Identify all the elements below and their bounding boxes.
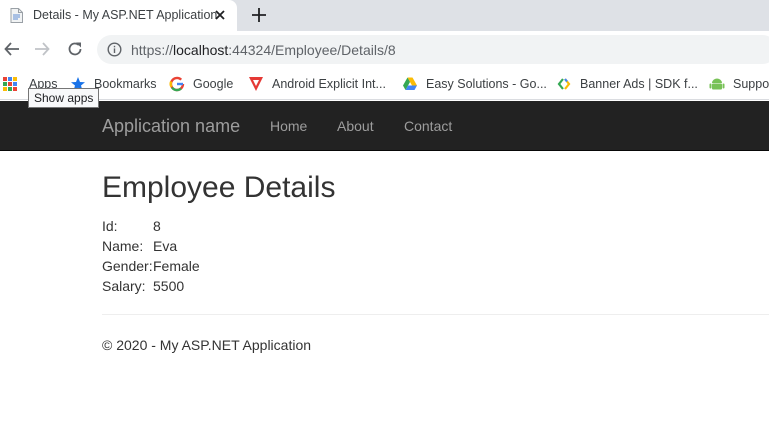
url-host: localhost [173, 42, 229, 58]
url-path: :44324/Employee/Details/8 [228, 42, 396, 58]
detail-label: Id: [102, 218, 118, 234]
url-scheme: https:// [131, 42, 174, 58]
detail-value: Female [153, 258, 200, 274]
nav-link-home[interactable]: Home [270, 118, 307, 134]
apps-grid-icon [3, 77, 17, 91]
new-tab-icon[interactable] [250, 6, 268, 24]
forward-arrow-icon[interactable] [33, 40, 51, 58]
bookmark-label: Android Explicit Int... [272, 77, 386, 91]
bookmark-label: Suppo [733, 77, 769, 91]
show-apps-tooltip: Show apps [28, 88, 100, 108]
detail-value: 5500 [153, 278, 185, 294]
detail-label: Name: [102, 238, 144, 254]
bookmarks-bar: Apps Bookmarks Google Android Explicit I… [0, 68, 769, 100]
nav-link-contact[interactable]: Contact [404, 118, 452, 134]
bookmark-easy-solutions[interactable]: Easy Solutions - Go... [402, 74, 547, 94]
detail-label: Salary: [102, 278, 146, 294]
page-title: Employee Details [102, 171, 336, 204]
footer-divider [102, 314, 769, 315]
android-icon [709, 78, 725, 90]
bookmark-google[interactable]: Google [169, 74, 233, 94]
tab-strip: Details - My ASP.NET Application [0, 0, 769, 31]
bookmark-label: Easy Solutions - Go... [426, 77, 547, 91]
nav-link-about[interactable]: About [337, 118, 374, 134]
bookmark-android-explicit[interactable]: Android Explicit Int... [248, 74, 386, 94]
drive-icon [403, 77, 417, 90]
tab-title: Details - My ASP.NET Application [33, 8, 218, 22]
google-icon [169, 76, 185, 92]
site-navbar: Application name Home About Contact [0, 101, 769, 151]
detail-value: Eva [153, 238, 178, 254]
ads-icon [557, 78, 571, 90]
brand-link[interactable]: Application name [102, 116, 240, 137]
close-icon[interactable] [213, 8, 227, 22]
browser-tab[interactable]: Details - My ASP.NET Application [0, 0, 237, 31]
bookmark-banner-ads[interactable]: Banner Ads | SDK f... [556, 74, 698, 94]
bookmark-label: Banner Ads | SDK f... [580, 77, 698, 91]
detail-value: 8 [153, 218, 161, 234]
url-text: https://localhost:44324/Employee/Details… [131, 42, 396, 58]
bookmark-support[interactable]: Suppo [709, 74, 769, 94]
address-bar[interactable]: https://localhost:44324/Employee/Details… [97, 35, 769, 64]
red-v-icon [249, 77, 263, 91]
detail-label: Gender: [102, 258, 153, 274]
footer-text: © 2020 - My ASP.NET Application [102, 337, 312, 353]
back-arrow-icon[interactable] [3, 40, 21, 58]
bookmark-label: Bookmarks [94, 77, 157, 91]
reload-icon[interactable] [66, 40, 84, 58]
info-icon[interactable] [107, 42, 122, 57]
bookmark-label: Google [193, 77, 234, 91]
document-icon [10, 8, 23, 23]
browser-toolbar: https://localhost:44324/Employee/Details… [0, 31, 769, 68]
